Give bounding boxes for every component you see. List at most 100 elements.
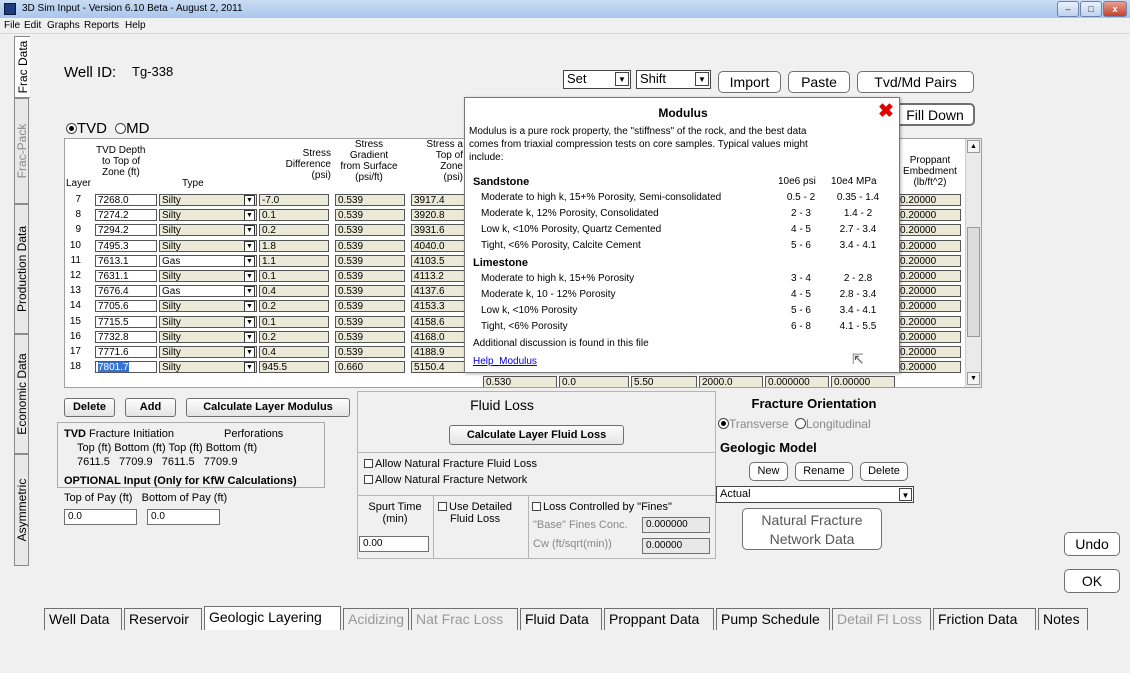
stress-diff-cell[interactable]: 0.2 xyxy=(259,331,329,343)
calculate-layer-fluid-loss-button[interactable]: Calculate Layer Fluid Loss xyxy=(449,425,624,445)
chevron-down-icon[interactable]: ▼ xyxy=(244,271,255,281)
spurt-time-input[interactable]: 0.00 xyxy=(359,536,429,552)
transverse-radio[interactable] xyxy=(718,418,729,429)
allow-nf-network-checkbox[interactable]: Allow Natural Fracture Network xyxy=(364,474,527,486)
close-icon[interactable]: ✖ xyxy=(878,100,894,123)
cell-modulus[interactable]: 0.530 xyxy=(483,376,557,387)
depth-cell[interactable]: 7631.1 xyxy=(95,270,157,282)
chevron-down-icon[interactable]: ▼ xyxy=(244,241,255,251)
menu-file[interactable]: File xyxy=(4,20,20,31)
proppant-cell[interactable]: 0.20000 xyxy=(897,194,961,206)
menu-help[interactable]: Help xyxy=(125,20,146,31)
stress-diff-cell[interactable]: 1.8 xyxy=(259,240,329,252)
minimize-icon[interactable]: – xyxy=(1057,1,1079,17)
top-of-pay-input[interactable]: 0.0 xyxy=(64,509,137,525)
stress-diff-cell[interactable]: 0.1 xyxy=(259,316,329,328)
undo-button[interactable]: Undo xyxy=(1064,532,1120,556)
geologic-model-dropdown[interactable]: Actual ▼ xyxy=(716,486,914,503)
delete-layer-button[interactable]: Delete xyxy=(64,398,115,417)
tvd-md-pairs-button[interactable]: Tvd/Md Pairs xyxy=(857,71,974,93)
tab-pump-schedule[interactable]: Pump Schedule xyxy=(716,608,830,630)
gradient-cell[interactable]: 0.660 xyxy=(335,361,405,373)
geo-model-rename-button[interactable]: Rename xyxy=(795,462,853,481)
natural-fracture-network-button[interactable]: Natural Fracture Network Data xyxy=(742,508,882,550)
checkbox-box[interactable] xyxy=(364,475,373,484)
tvd-radio[interactable] xyxy=(66,123,77,134)
depth-cell[interactable]: 7705.6 xyxy=(95,300,157,312)
proppant-cell[interactable]: 0.20000 xyxy=(897,240,961,252)
geo-model-new-button[interactable]: New xyxy=(749,462,788,481)
menu-reports[interactable]: Reports xyxy=(84,20,119,31)
tab-economic-data[interactable]: Economic Data xyxy=(14,334,29,454)
scroll-down-icon[interactable]: ▼ xyxy=(967,372,980,385)
import-button[interactable]: Import xyxy=(718,71,781,93)
proppant-cell[interactable]: 0.20000 xyxy=(897,361,961,373)
help-modulus-link[interactable]: Help_Modulus xyxy=(473,356,537,367)
tab-acidizing[interactable]: Acidizing xyxy=(343,608,409,630)
proppant-cell[interactable]: 0.20000 xyxy=(897,316,961,328)
proppant-cell[interactable]: 0.20000 xyxy=(897,331,961,343)
stress-diff-cell[interactable]: 0.4 xyxy=(259,346,329,358)
tab-frac-pack[interactable]: Frac-Pack xyxy=(14,98,29,204)
bottom-of-pay-input[interactable]: 0.0 xyxy=(147,509,220,525)
cell-extra[interactable]: 0.000000 xyxy=(765,376,829,387)
cell-extra[interactable]: 2000.0 xyxy=(699,376,763,387)
tab-reservoir[interactable]: Reservoir xyxy=(124,608,202,630)
type-cell[interactable]: Silty ▼ xyxy=(159,224,257,236)
proppant-cell[interactable]: 0.20000 xyxy=(897,346,961,358)
stress-diff-cell[interactable]: 0.2 xyxy=(259,224,329,236)
type-cell[interactable]: Silty ▼ xyxy=(159,300,257,312)
chevron-down-icon[interactable]: ▼ xyxy=(244,256,255,266)
gradient-cell[interactable]: 0.539 xyxy=(335,331,405,343)
cell-extra[interactable]: 5.50 xyxy=(631,376,697,387)
add-layer-button[interactable]: Add xyxy=(125,398,176,417)
grid-scrollbar[interactable]: ▲ ▼ xyxy=(965,139,981,387)
gradient-cell[interactable]: 0.539 xyxy=(335,270,405,282)
stress-diff-cell[interactable]: 0.1 xyxy=(259,270,329,282)
checkbox-box[interactable] xyxy=(532,502,541,511)
maximize-icon[interactable]: □ xyxy=(1080,1,1102,17)
use-detailed-fluid-loss-checkbox[interactable]: Use Detailed Fluid Loss xyxy=(438,501,512,525)
menu-edit[interactable]: Edit xyxy=(24,20,41,31)
type-cell[interactable]: Gas ▼ xyxy=(159,285,257,297)
cell-extra[interactable]: 0.00000 xyxy=(831,376,895,387)
menu-graphs[interactable]: Graphs xyxy=(47,20,80,31)
gradient-cell[interactable]: 0.539 xyxy=(335,224,405,236)
depth-cell[interactable]: 7495.3 xyxy=(95,240,157,252)
chevron-down-icon[interactable]: ▼ xyxy=(244,301,255,311)
calculate-layer-modulus-button[interactable]: Calculate Layer Modulus xyxy=(186,398,350,417)
gradient-cell[interactable]: 0.539 xyxy=(335,255,405,267)
type-cell[interactable]: Silty ▼ xyxy=(159,240,257,252)
type-cell[interactable]: Silty ▼ xyxy=(159,331,257,343)
stress-diff-cell[interactable]: -7.0 xyxy=(259,194,329,206)
tab-nat-frac-loss[interactable]: Nat Frac Loss xyxy=(411,608,518,630)
tab-frac-data[interactable]: Frac Data xyxy=(14,36,30,98)
tab-detail-fl-loss[interactable]: Detail Fl Loss xyxy=(832,608,931,630)
loss-controlled-fines-checkbox[interactable]: Loss Controlled by "Fines" xyxy=(532,501,672,513)
proppant-cell[interactable]: 0.20000 xyxy=(897,285,961,297)
depth-cell[interactable]: 7715.5 xyxy=(95,316,157,328)
depth-cell[interactable]: 7294.2 xyxy=(95,224,157,236)
depth-cell[interactable]: 7268.0 xyxy=(95,194,157,206)
tab-well-data[interactable]: Well Data xyxy=(44,608,122,630)
tab-fluid-data[interactable]: Fluid Data xyxy=(520,608,602,630)
tab-geologic-layering[interactable]: Geologic Layering xyxy=(204,606,341,630)
proppant-cell[interactable]: 0.20000 xyxy=(897,255,961,267)
chevron-down-icon[interactable]: ▼ xyxy=(244,225,255,235)
chevron-down-icon[interactable]: ▼ xyxy=(244,347,255,357)
chevron-down-icon[interactable]: ▼ xyxy=(244,195,255,205)
gradient-cell[interactable]: 0.539 xyxy=(335,209,405,221)
chevron-down-icon[interactable]: ▼ xyxy=(244,362,255,372)
geo-model-delete-button[interactable]: Delete xyxy=(860,462,908,481)
type-cell[interactable]: Silty ▼ xyxy=(159,361,257,373)
tab-notes[interactable]: Notes xyxy=(1038,608,1088,630)
scroll-thumb[interactable] xyxy=(967,227,980,337)
depth-cell[interactable]: 7732.8 xyxy=(95,331,157,343)
ok-button[interactable]: OK xyxy=(1064,569,1120,593)
type-cell[interactable]: Silty ▼ xyxy=(159,209,257,221)
type-cell[interactable]: Silty ▼ xyxy=(159,346,257,358)
depth-cell[interactable]: 7771.6 xyxy=(95,346,157,358)
proppant-cell[interactable]: 0.20000 xyxy=(897,209,961,221)
longitudinal-radio[interactable] xyxy=(794,418,806,429)
stress-diff-cell[interactable]: 1.1 xyxy=(259,255,329,267)
